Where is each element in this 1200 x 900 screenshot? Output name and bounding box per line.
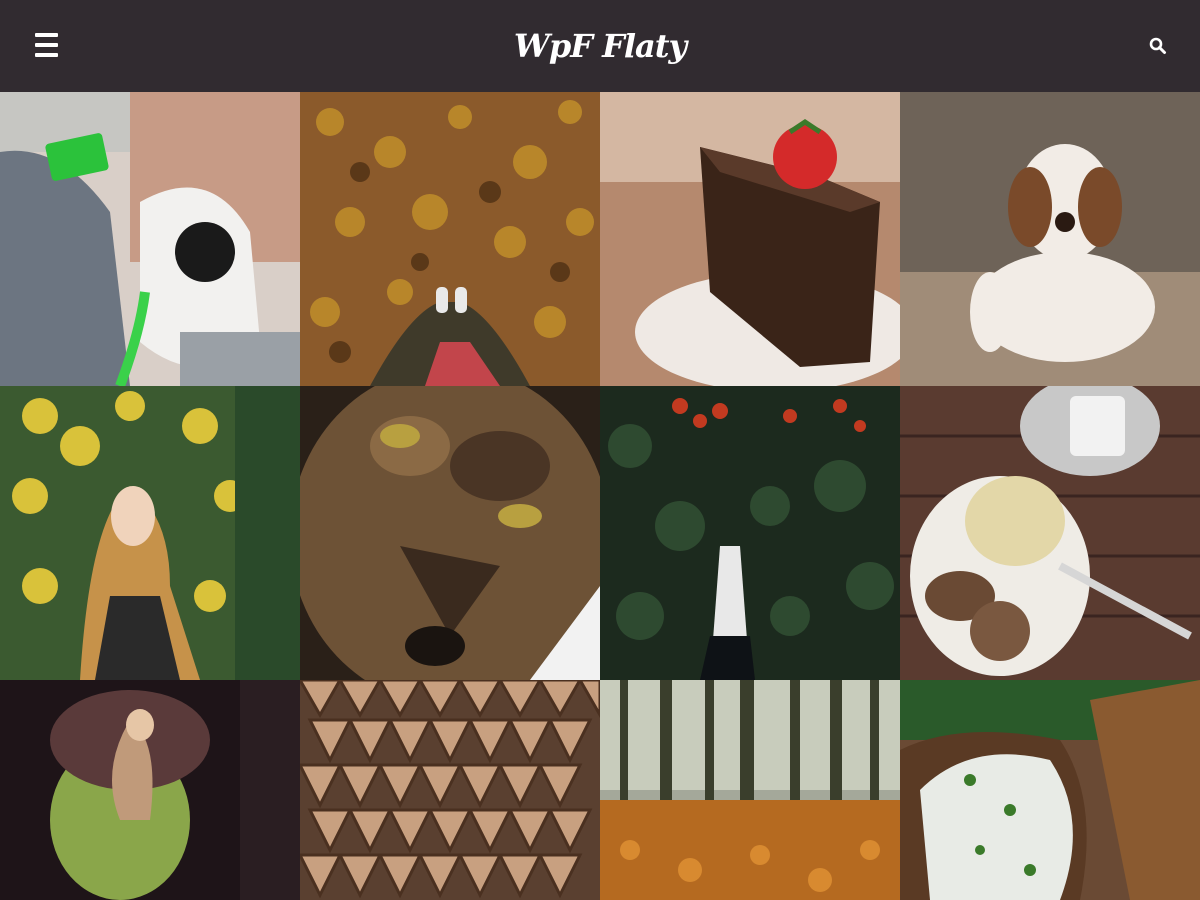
ivy-berries-photo: [600, 386, 900, 680]
search-icon-graphic: [1149, 37, 1166, 54]
gallery-tile-ivy-berries[interactable]: [600, 386, 900, 680]
puppy-photo: [900, 92, 1200, 386]
person-lightbeam-photo: [0, 680, 300, 900]
gallery-tile-chocolate-cake[interactable]: [600, 92, 900, 386]
gallery-tile-bread-cheese[interactable]: [900, 680, 1200, 900]
photo-gallery-grid: [0, 92, 1200, 900]
top-header-bar: WpF Flaty: [0, 0, 1200, 92]
headphones-photo: [0, 92, 300, 386]
gallery-tile-cat-closeup[interactable]: [300, 386, 600, 680]
autumn-leaves-photo: [300, 92, 600, 386]
autumn-forest-photo: [600, 680, 900, 900]
gallery-tile-autumn-forest[interactable]: [600, 680, 900, 900]
plate-food-table-photo: [900, 386, 1200, 680]
gallery-tile-plate-food[interactable]: [900, 386, 1200, 680]
gallery-tile-headphones[interactable]: [0, 92, 300, 386]
gallery-tile-girl-autumn[interactable]: [0, 386, 300, 680]
gallery-tile-firewood[interactable]: [300, 680, 600, 900]
search-icon[interactable]: [1149, 37, 1167, 55]
gallery-tile-autumn-leaves[interactable]: [300, 92, 600, 386]
gallery-tile-puppy[interactable]: [900, 92, 1200, 386]
site-logo[interactable]: WpF Flaty: [0, 24, 1200, 68]
stacked-firewood-photo: [300, 680, 600, 900]
gallery-tile-person-light[interactable]: [0, 680, 300, 900]
cat-closeup-photo: [300, 386, 600, 680]
chocolate-cake-photo: [600, 92, 900, 386]
bread-cheese-photo: [900, 680, 1200, 900]
girl-autumn-photo: [0, 386, 300, 680]
